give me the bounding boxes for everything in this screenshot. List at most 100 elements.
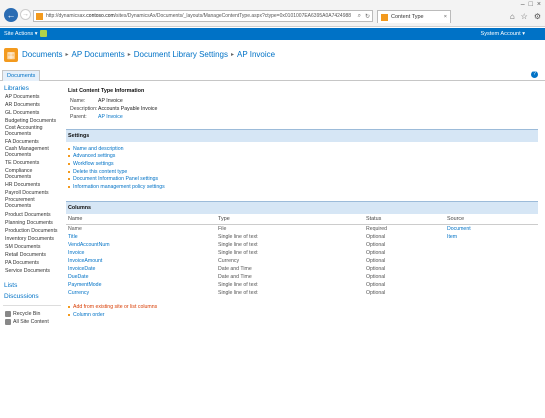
column-header-type: Type [216, 213, 364, 225]
breadcrumb-current-page: AP Invoice [237, 50, 276, 59]
column-order-link[interactable]: Column order [66, 311, 538, 319]
forward-button[interactable]: → [20, 9, 31, 20]
parent-content-type-link[interactable]: AP Invoice [98, 114, 123, 120]
sidebar-item-library[interactable]: Cash Management Documents [0, 146, 64, 159]
sidebar-item-library[interactable]: Planning Documents [0, 219, 64, 227]
forward-arrow-icon: → [22, 11, 29, 18]
add-existing-columns-link[interactable]: Add from existing site or list columns [66, 303, 538, 311]
gear-icon[interactable]: ⚙ [534, 12, 541, 21]
column-status: Optional [366, 241, 386, 248]
sidebar-item-library[interactable]: TE Documents [0, 159, 64, 167]
sidebar-item-library[interactable]: GL Documents [0, 109, 64, 117]
settings-links: Name and description Advanced settings Wor… [66, 142, 538, 191]
settings-link[interactable]: Name and description [66, 145, 538, 153]
column-source-link[interactable] [445, 273, 538, 281]
table-row: DueDate Date and Time Optional [66, 273, 538, 281]
table-row: InvoiceAmount Currency Optional [66, 257, 538, 265]
quick-launch-nav: Libraries AP Documents AR Documents GL Doc… [0, 82, 64, 418]
column-source-link[interactable] [445, 241, 538, 249]
help-icon[interactable]: ? [531, 71, 538, 78]
recycle-bin-link[interactable]: Recycle Bin [0, 310, 64, 318]
sidebar-item-library[interactable]: HR Documents [0, 181, 64, 189]
settings-link[interactable]: Information management policy settings [66, 183, 538, 191]
back-button[interactable]: ← [4, 8, 18, 22]
tab-documents[interactable]: Documents [2, 70, 41, 81]
column-source-link[interactable]: Item [445, 233, 538, 241]
nav-heading-libraries[interactable]: Libraries [0, 82, 64, 93]
sidebar-item-library[interactable]: FA Documents [0, 138, 64, 146]
column-source-link[interactable] [445, 257, 538, 265]
sidebar-item-library[interactable]: SM Documents [0, 243, 64, 251]
sidebar-item-library[interactable]: Product Documents [0, 211, 64, 219]
content-type-description: Accounts Payable Invoice [98, 106, 158, 112]
close-window-icon[interactable]: × [537, 1, 541, 8]
ribbon: Documents ? [0, 69, 545, 81]
account-menu[interactable]: System Account ▾ [481, 31, 525, 37]
settings-link[interactable]: Document Information Panel settings [66, 175, 538, 183]
minimize-icon[interactable]: – [521, 1, 525, 8]
site-actions-menu[interactable]: Site Actions ▾ [4, 31, 38, 37]
column-status: Optional [366, 289, 386, 296]
column-status: Optional [366, 281, 386, 288]
close-tab-icon[interactable]: × [444, 14, 450, 20]
sidebar-item-library[interactable]: Procurement Documents [0, 197, 64, 210]
column-source-link[interactable] [445, 281, 538, 289]
libraries-list: AP Documents AR Documents GL Documents Budg… [0, 93, 64, 275]
column-source-link[interactable]: Document [445, 224, 538, 233]
sidebar-item-library[interactable]: Cost Accounting Documents [0, 125, 64, 138]
sidebar-item-library[interactable]: AP Documents [0, 93, 64, 101]
bullet-icon [68, 185, 70, 188]
column-source-link[interactable] [445, 289, 538, 297]
maximize-icon[interactable]: □ [529, 1, 533, 8]
sidebar-item-library[interactable]: Service Documents [0, 267, 64, 275]
site-logo-icon[interactable]: ▦ [4, 48, 18, 62]
breadcrumb-ap-documents[interactable]: AP Documents [71, 50, 124, 59]
column-status: Optional [366, 265, 386, 272]
column-name-link[interactable]: Invoice [66, 249, 216, 257]
home-icon[interactable]: ⌂ [510, 12, 515, 21]
breadcrumb-library-settings[interactable]: Document Library Settings [134, 50, 228, 59]
all-site-content-link[interactable]: All Site Content [0, 318, 64, 326]
sidebar-item-library[interactable]: Inventory Documents [0, 235, 64, 243]
column-name-link[interactable]: DueDate [66, 273, 216, 281]
settings-link[interactable]: Delete this content type [66, 168, 538, 176]
column-type: File [218, 225, 227, 232]
settings-link[interactable]: Workflow settings [66, 160, 538, 168]
address-url[interactable]: http://dynamicsax.contoso.com/sites/Dyna… [46, 13, 356, 19]
browser-toolbar-icons: ⌂ ☆ ⚙ [510, 12, 541, 21]
sidebar-item-library[interactable]: Production Documents [0, 227, 64, 235]
sidebar-item-library[interactable]: Payroll Documents [0, 189, 64, 197]
browser-chrome: ← → http://dynamicsax.contoso.com/sites/… [0, 0, 545, 27]
column-source-link[interactable] [445, 249, 538, 257]
tab-title: Content Type [391, 14, 424, 20]
column-name-link[interactable]: VendAccountNum [66, 241, 216, 249]
settings-link[interactable]: Advanced settings [66, 153, 538, 161]
bullet-icon [68, 162, 70, 165]
table-row: InvoiceDate Date and Time Optional [66, 265, 538, 273]
sidebar-item-library[interactable]: AR Documents [0, 101, 64, 109]
address-bar[interactable]: http://dynamicsax.contoso.com/sites/Dyna… [33, 10, 373, 22]
breadcrumb-documents[interactable]: Documents [22, 50, 62, 59]
sidebar-item-library[interactable]: Budgeting Documents [0, 117, 64, 125]
content-type-name: AP Invoice [98, 98, 123, 104]
nav-heading-discussions[interactable]: Discussions [0, 290, 64, 301]
browser-tab[interactable]: Content Type × [377, 10, 451, 23]
sidebar-item-library[interactable]: PA Documents [0, 259, 64, 267]
column-header-source: Source [445, 213, 538, 225]
sidebar-item-library[interactable]: Compliance Documents [0, 167, 64, 181]
edit-page-icon[interactable] [40, 30, 47, 37]
favorites-star-icon[interactable]: ☆ [521, 12, 528, 21]
refresh-icon[interactable]: ↻ [363, 13, 372, 20]
sidebar-item-library[interactable]: Retail Documents [0, 251, 64, 259]
nav-heading-lists[interactable]: Lists [0, 275, 64, 290]
column-name-link[interactable]: Currency [66, 289, 216, 297]
column-name-link[interactable]: InvoiceAmount [66, 257, 216, 265]
column-name-link[interactable]: PaymentMode [66, 281, 216, 289]
column-source-link[interactable] [445, 265, 538, 273]
breadcrumb-separator-icon: ▸ [65, 52, 69, 58]
column-name-link[interactable]: Title [66, 233, 216, 241]
column-name-link[interactable]: InvoiceDate [66, 265, 216, 273]
search-icon[interactable]: ⌕ [356, 13, 363, 20]
column-status: Optional [366, 273, 386, 280]
sharepoint-favicon-icon [36, 12, 43, 20]
